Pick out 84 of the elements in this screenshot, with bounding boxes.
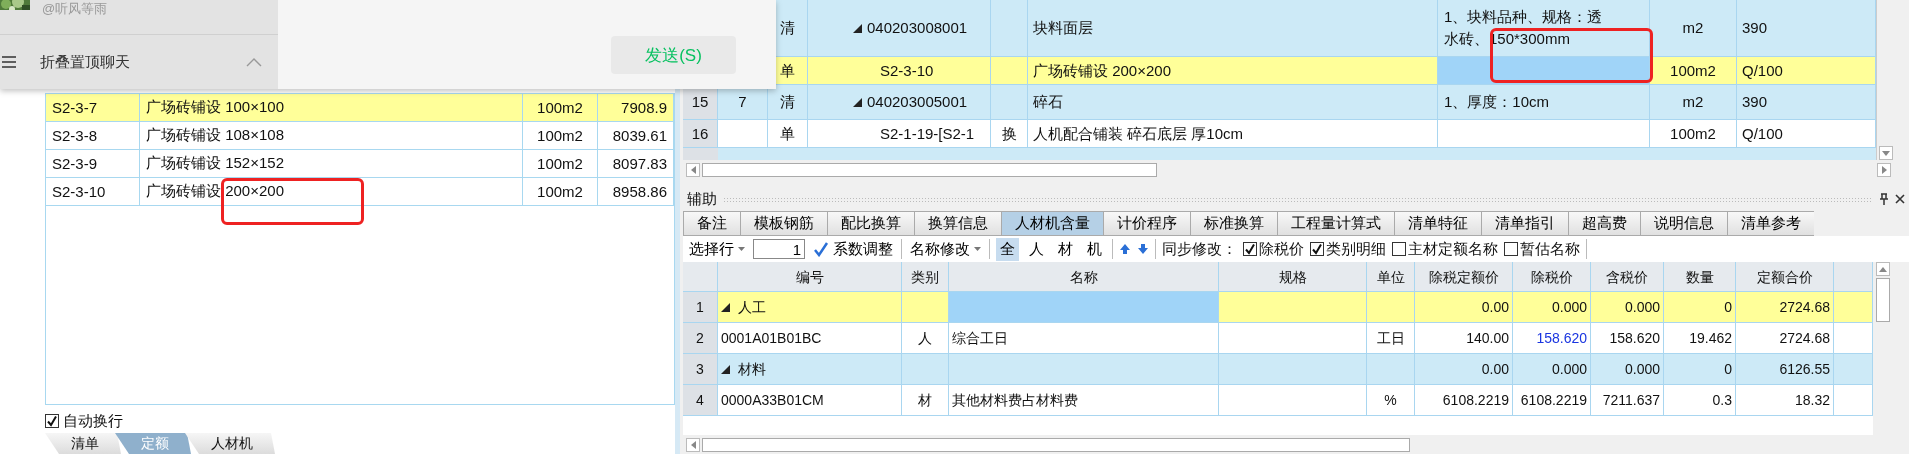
table-cell: 100m2 [523,150,598,177]
table-cell-text: 材料 [738,360,766,379]
table-cell: % [1367,385,1415,415]
table-cell: 140.00 [1415,323,1513,353]
table-cell: 人 [902,323,949,353]
table-cell: 0.000 [1591,354,1664,384]
table-cell-text: S2-1-19-[S2-1 [880,123,975,144]
table-cell: 18.32 [1736,385,1834,415]
table-cell: 100m2 [523,122,598,149]
table-cell: 0.000 [1513,354,1591,384]
table-cell: 单 [768,120,808,147]
checkbox-label: 自动换行 [63,411,123,431]
table-cell: S2-3-7 [46,94,140,121]
checkbox-label: 主材定额名称 [1408,239,1498,259]
column-header: 除税价 [1513,262,1591,291]
table-cell: 19.462 [1664,323,1736,353]
table-cell: 158.620 [1513,323,1591,353]
column-header: 含税价 [1591,262,1664,291]
column-header: 定额合价 [1736,262,1834,291]
table-cell-text: 0000A33B01CM [721,391,824,410]
column-header: 数量 [1664,262,1736,291]
table-cell-text: 040203008001 [867,18,968,38]
table-cell: 0.000 [1591,292,1664,322]
table-cell: 块料面层 [1028,0,1438,56]
table-cell: 广场砖铺设 200×200 [140,178,523,205]
table-cell-text: 040203005001 [867,92,968,112]
table-cell: 8039.61 [598,122,674,149]
table-cell: m2 [1650,85,1737,119]
table-cell: 0.00 [1415,354,1513,384]
table-cell: 7908.9 [598,94,674,121]
table-cell: 8097.83 [598,150,674,177]
table-cell: 碎石 [1028,85,1438,119]
table-cell: 1、块料品种、规格：透水砖、150*300mm [1438,0,1650,56]
table-cell-text: 0001A01B01BC [721,329,822,348]
table-cell: 158.620 [1591,323,1664,353]
table-cell: S2-3-9 [46,150,140,177]
table-cell: 100m2 [1650,120,1737,147]
table-cell: 100m2 [1650,57,1737,84]
column-header: 编号 [718,262,902,291]
table-cell: 换 [991,120,1028,147]
table-cell: 0 [1664,292,1736,322]
row-number: 1 [683,292,718,322]
row-number: 2 [683,323,718,353]
row-number: 3 [683,354,718,384]
table-cell: 0.3 [1664,385,1736,415]
table-cell: 2724.68 [1736,292,1834,322]
table-cell: 综合工日 [949,323,1219,353]
table-cell: 0.000 [1513,292,1591,322]
table-cell: 广场砖铺设 152×152 [140,150,523,177]
checkbox-label: 除税价 [1259,239,1304,259]
table-cell: 6108.2219 [1415,385,1513,415]
checkbox-label: 暂估名称 [1520,239,1580,259]
table-cell: 100m2 [523,94,598,121]
table-cell: 8958.86 [598,178,674,205]
column-header: 类别 [902,262,949,291]
table-cell: 工日 [1367,323,1415,353]
table-cell: 7211.637 [1591,385,1664,415]
table-cell: m2 [1650,0,1737,56]
table-cell: 广场砖铺设 108×108 [140,122,523,149]
table-cell: 0.00 [1415,292,1513,322]
table-cell: 0 [1664,354,1736,384]
contact-handle: @听风等雨 [42,0,108,18]
toolbar-label: 同步修改： [1162,239,1237,259]
column-header: 规格 [1219,262,1367,291]
checkbox-label: 类别明细 [1326,239,1386,259]
row-number: 16 [683,120,718,147]
table-cell: 6108.2219 [1513,385,1591,415]
row-number: 4 [683,385,718,415]
table-cell: 6126.55 [1736,354,1834,384]
table-cell: 其他材料费占材料费 [949,385,1219,415]
table-cell: 材 [902,385,949,415]
table-cell: 1、厚度：10cm [1438,85,1650,119]
table-cell: 人机配合铺装 碎石底层 厚10cm [1028,120,1438,147]
table-cell: S2-3-10 [46,178,140,205]
table-cell: 100m2 [523,178,598,205]
table-cell: 2724.68 [1736,323,1834,353]
column-header: 单位 [1367,262,1415,291]
column-header: 名称 [949,262,1219,291]
panel-title: 辅助 [687,189,717,209]
table-cell: S2-3-8 [46,122,140,149]
table-cell-text: 人工 [738,298,766,317]
table-cell: 广场砖铺设 100×100 [140,94,523,121]
column-header: 除税定额价 [1415,262,1513,291]
table-cell-text: S2-3-10 [880,60,934,81]
